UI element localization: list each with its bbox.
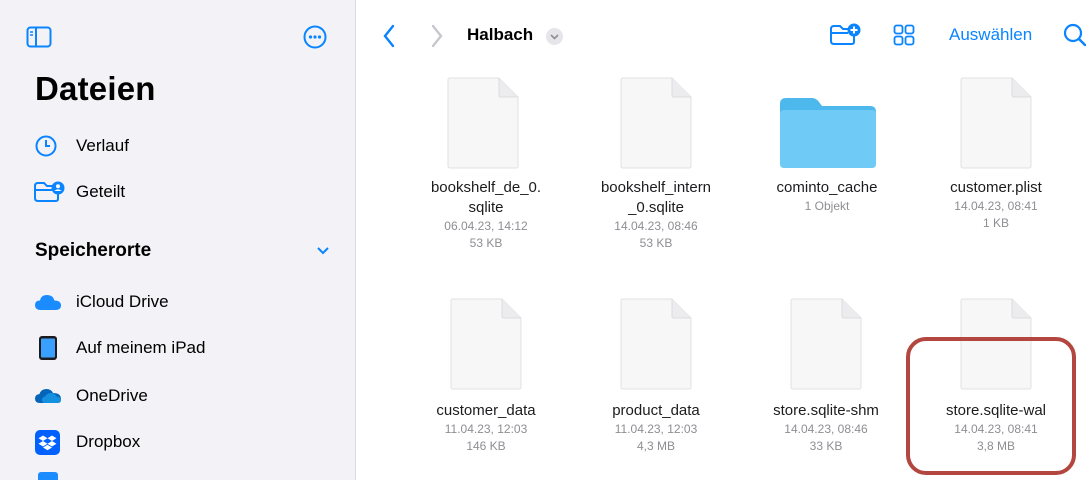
title-menu-button[interactable] [546,28,563,45]
document-icon [450,298,522,390]
shared-folder-icon [34,181,65,202]
sidebar-item-dropbox[interactable]: Dropbox [0,422,356,462]
chevron-down-icon[interactable] [316,246,330,256]
dropbox-icon [35,430,60,455]
document-icon [620,298,692,390]
file-size: 146 KB [466,439,506,453]
highlight-annotation [906,337,1076,475]
file-date: 11.04.23, 12:03 [614,422,698,436]
sidebar-item-geteilt[interactable]: Geteilt [0,172,356,212]
file-size: 1 KB [982,216,1009,230]
sidebar-item-label: Geteilt [76,182,126,201]
grid-view-icon[interactable] [893,24,915,46]
file-size: 33 KB [809,439,843,453]
file-name: bookshelf_de_0. [430,179,542,196]
sidebar-item-label: Verlauf [76,136,129,155]
sidebar-item-label: Auf meinem iPad [76,338,206,357]
folder-item-count: 1 Objekt [804,199,850,213]
file-name: store.sqlite-shm [773,402,879,419]
ipad-icon [39,336,57,360]
folder-title[interactable]: Halbach [467,25,533,45]
select-button[interactable]: Auswählen [949,25,1032,45]
sidebar-item-verlauf[interactable]: Verlauf [0,126,356,166]
file-date: 14.04.23, 08:41 [954,199,1038,213]
file-date: 11.04.23, 12:03 [444,422,528,436]
file-size: 53 KB [639,236,673,250]
icloud-icon [35,295,61,310]
new-folder-icon[interactable] [829,22,861,48]
sidebar-toggle-icon[interactable] [26,26,52,48]
file-name: bookshelf_intern [600,179,712,196]
sidebar: Dateien Verlauf Geteilt Speicherorte iCl… [0,0,356,480]
more-options-icon[interactable] [303,25,327,49]
search-icon[interactable] [1063,23,1086,47]
document-icon [790,298,862,390]
onedrive-icon [35,389,61,403]
file-name: _0.sqlite [628,199,684,216]
sidebar-item-label: OneDrive [76,386,148,405]
document-icon [960,77,1032,169]
clock-icon [35,135,57,157]
forward-chevron-icon[interactable] [430,24,444,48]
folder-name: cominto_cache [776,179,878,196]
document-icon [620,77,692,169]
sidebar-title: Dateien [35,70,156,107]
back-chevron-icon[interactable] [382,24,396,48]
file-name: product_data [612,402,700,419]
file-name: customer.plist [950,179,1042,196]
sidebar-item-label: Dropbox [76,432,141,451]
file-size: 4,3 MB [636,439,675,453]
file-size: 53 KB [469,236,503,250]
folder-icon [780,98,876,168]
section-heading-locations[interactable]: Speicherorte [35,240,151,262]
chevron-down-icon [550,34,559,40]
file-date: 06.04.23, 14:12 [444,219,528,233]
document-icon [447,77,519,169]
sidebar-item-partial [38,472,58,480]
sidebar-item-onedrive[interactable]: OneDrive [0,376,356,416]
file-name: customer_data [436,402,536,419]
file-date: 14.04.23, 08:46 [614,219,698,233]
file-name: sqlite [468,199,504,216]
sidebar-item-icloud-drive[interactable]: iCloud Drive [0,282,356,322]
sidebar-item-label: iCloud Drive [76,292,169,311]
sidebar-item-auf-meinem-ipad[interactable]: Auf meinem iPad [0,328,356,368]
file-date: 14.04.23, 08:46 [784,422,868,436]
